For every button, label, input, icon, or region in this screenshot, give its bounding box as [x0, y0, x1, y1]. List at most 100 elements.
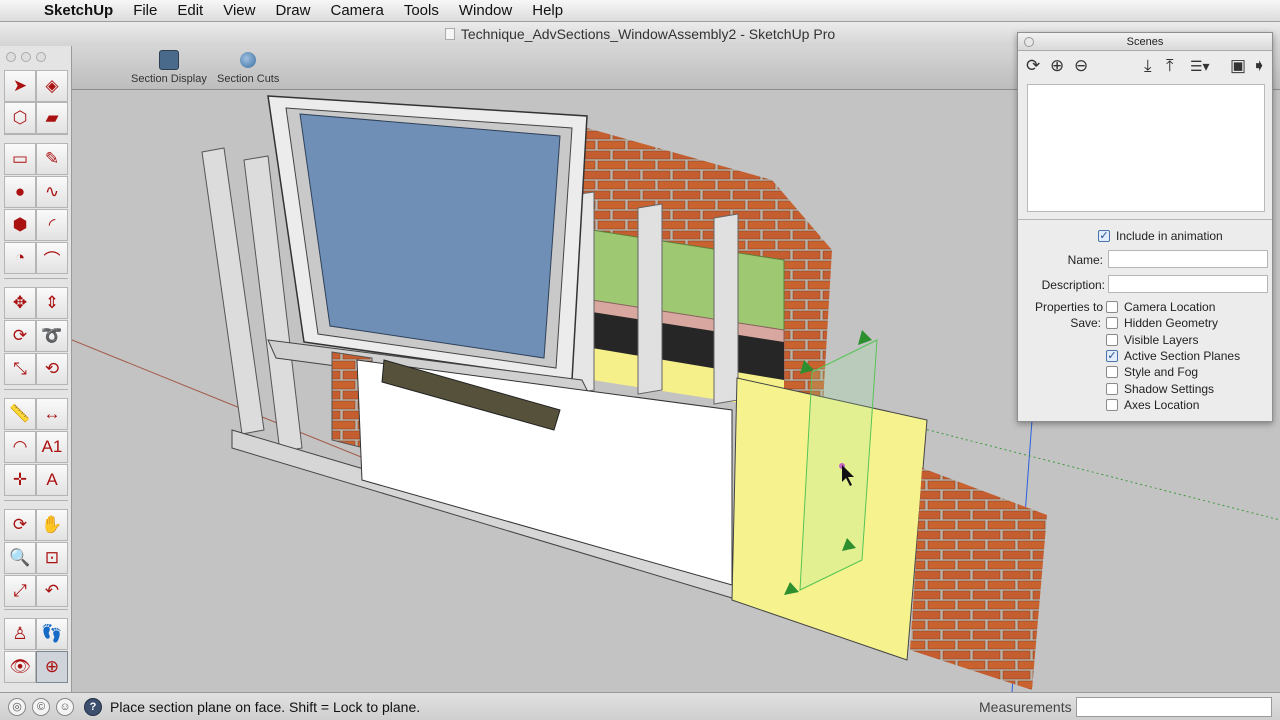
scenes-titlebar: Scenes — [1018, 33, 1272, 51]
polygon-tool[interactable]: ⬢ — [4, 209, 36, 241]
orbit-tool[interactable]: ⟳ — [4, 509, 36, 541]
include-animation-row[interactable]: ✓ Include in animation — [1098, 229, 1223, 243]
dimension-icon: ↔ — [43, 404, 61, 423]
3d-text-tool[interactable]: A — [36, 464, 68, 496]
credits-icon[interactable]: © — [32, 698, 50, 716]
property-checkbox[interactable] — [1106, 317, 1118, 330]
property-row[interactable]: Hidden Geometry — [1106, 316, 1218, 330]
two-point-arc-tool[interactable]: ⌒ — [36, 242, 68, 274]
add-scene-icon[interactable]: ⊕ — [1050, 57, 1064, 75]
menu-help[interactable]: Help — [522, 0, 573, 22]
property-checkbox[interactable] — [1106, 333, 1118, 346]
axes-icon: ✛ — [12, 470, 28, 489]
tape-measure-tool[interactable]: 📏 — [4, 398, 36, 430]
scenes-close-button[interactable] — [1024, 37, 1034, 47]
move-scene-up-icon[interactable]: ⤒ — [1166, 57, 1174, 75]
offset-tool[interactable]: ⟲ — [36, 353, 68, 385]
zoom-icon: 🔍 — [9, 548, 31, 567]
include-animation-checkbox[interactable]: ✓ — [1098, 230, 1110, 242]
menu-edit[interactable]: Edit — [167, 0, 213, 22]
zoom-window-tool[interactable]: ⊡ — [36, 542, 68, 574]
property-label: Active Section Planes — [1124, 348, 1241, 363]
scene-name-field[interactable] — [1108, 250, 1268, 268]
palette-close-button[interactable] — [6, 52, 16, 62]
show-details-icon[interactable]: ➧ — [1252, 57, 1266, 75]
user-icon[interactable]: ☺ — [56, 698, 74, 716]
axes-tool[interactable]: ✛ — [4, 464, 36, 496]
property-checkbox[interactable] — [1106, 301, 1118, 313]
position-camera-tool[interactable]: ♙ — [4, 618, 36, 650]
geo-location-icon[interactable]: ◎ — [8, 698, 26, 716]
scale-tool[interactable]: ⤡ — [4, 353, 36, 385]
property-row[interactable]: Style and Fog — [1106, 365, 1198, 379]
section-display-label: Section Display — [131, 73, 207, 85]
menu-file[interactable]: File — [123, 0, 167, 22]
previous-view-tool[interactable]: ↶ — [36, 575, 68, 607]
arc-icon: ◜ — [48, 215, 56, 234]
property-checkbox[interactable]: ✓ — [1106, 349, 1118, 362]
eraser-tool[interactable]: ▰ — [36, 102, 68, 134]
section-display-button[interactable]: Section Display — [131, 50, 207, 85]
property-row[interactable]: Visible Layers — [1106, 333, 1198, 347]
rectangle-tool[interactable]: ▭ — [4, 143, 36, 175]
pan-tool[interactable]: ✋ — [36, 509, 68, 541]
pie-icon: ◔ — [14, 248, 26, 267]
palette-minimize-button[interactable] — [21, 52, 31, 62]
update-scene-icon[interactable]: ⟳ — [1026, 57, 1040, 75]
property-checkbox[interactable] — [1106, 366, 1118, 379]
make-component-tool[interactable]: ⬡ — [4, 102, 36, 134]
rotate-tool[interactable]: ⟳ — [4, 320, 36, 352]
follow-me-tool[interactable]: ➰ — [36, 320, 68, 352]
show-thumbnails-icon[interactable]: ▣ — [1230, 57, 1246, 75]
pie-tool[interactable]: ◔ — [4, 242, 36, 274]
look-around-icon: 👁 — [9, 657, 31, 676]
palette-zoom-button[interactable] — [36, 52, 46, 62]
menu-window[interactable]: Window — [449, 0, 522, 22]
property-checkbox[interactable] — [1106, 398, 1118, 411]
property-row[interactable]: Axes Location — [1106, 398, 1199, 412]
text-tool[interactable]: A1 — [36, 431, 68, 463]
move-scene-down-icon[interactable]: ⤓ — [1144, 57, 1152, 75]
orbit-icon: ⟳ — [12, 515, 28, 534]
protractor-tool[interactable]: ◠ — [4, 431, 36, 463]
section-plane-tool[interactable]: ⊕ — [36, 651, 68, 683]
move-tool[interactable]: ✥ — [4, 287, 36, 319]
status-bar: ◎ © ☺ ? Place section plane on face. Shi… — [0, 692, 1280, 720]
arc-tool[interactable]: ◜ — [36, 209, 68, 241]
zoom-tool[interactable]: 🔍 — [4, 542, 36, 574]
zoom-extents-icon: ⤢ — [13, 581, 27, 600]
help-icon[interactable]: ? — [84, 698, 102, 716]
name-label: Name: — [1067, 253, 1103, 267]
property-checkbox[interactable] — [1106, 382, 1118, 395]
menu-draw[interactable]: Draw — [265, 0, 320, 22]
section-cuts-icon — [240, 52, 257, 68]
save-label: Save: — [1070, 316, 1101, 330]
property-row[interactable]: Camera Location — [1106, 300, 1215, 314]
measurements-field[interactable] — [1076, 697, 1272, 717]
eraser-icon: ▰ — [45, 108, 59, 127]
stud — [637, 203, 663, 395]
menu-sketchup[interactable]: SketchUp — [40, 0, 123, 22]
remove-scene-icon[interactable]: ⊖ — [1074, 57, 1088, 75]
section-cuts-button[interactable]: Section Cuts — [217, 50, 279, 85]
scene-list[interactable] — [1027, 84, 1265, 212]
menu-tools[interactable]: Tools — [394, 0, 449, 22]
freehand-tool[interactable]: ∿ — [36, 176, 68, 208]
menu-view[interactable]: View — [213, 0, 265, 22]
dimension-tool[interactable]: ↔ — [36, 398, 68, 430]
menu-camera[interactable]: Camera — [320, 0, 393, 22]
scene-description-field[interactable] — [1108, 275, 1268, 293]
circle-tool[interactable]: ● — [4, 176, 36, 208]
window-title: Technique_AdvSections_WindowAssembly2 - … — [460, 26, 836, 42]
push-pull-tool[interactable]: ⇕ — [36, 287, 68, 319]
pencil-tool[interactable]: ✎ — [36, 143, 68, 175]
select-tool[interactable]: ➤ — [4, 70, 36, 102]
push-pull-icon: ⇕ — [44, 293, 60, 312]
property-row[interactable]: ✓ Active Section Planes — [1106, 349, 1240, 363]
zoom-extents-tool[interactable]: ⤢ — [4, 575, 36, 607]
walk-tool[interactable]: 👣 — [36, 618, 68, 650]
look-around-tool[interactable]: 👁 — [4, 651, 36, 683]
property-row[interactable]: Shadow Settings — [1106, 382, 1214, 396]
paint-bucket-tool[interactable]: ◈ — [36, 70, 68, 102]
view-options-icon[interactable]: ☰▾ — [1190, 57, 1210, 75]
